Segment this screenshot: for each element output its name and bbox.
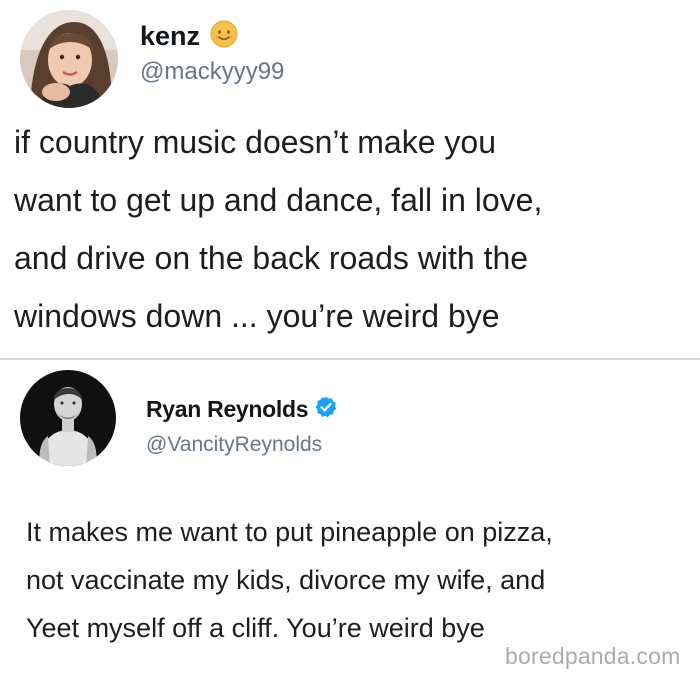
display-name[interactable]: kenz xyxy=(140,21,200,52)
tweet-text-line: windows down ... you’re weird bye xyxy=(14,298,500,334)
tweet-text-line: not vaccinate my kids, divorce my wife, … xyxy=(26,565,546,595)
tweet-text-line: Yeet myself off a cliff. You’re weird by… xyxy=(26,613,485,643)
avatar-kenz[interactable] xyxy=(20,10,118,108)
tweet-text-line: It makes me want to put pineapple on piz… xyxy=(26,517,553,547)
tweet-text-line: and drive on the back roads with the xyxy=(14,240,529,276)
tweet-card-ryan-reynolds: Ryan Reynolds @VancityReynolds It makes … xyxy=(0,360,700,674)
verified-badge-icon xyxy=(314,395,338,424)
display-name[interactable]: Ryan Reynolds xyxy=(146,396,309,423)
tweet-card-kenz: kenz @mackyyy99 if country music doesn’t… xyxy=(0,0,700,358)
handle[interactable]: @VancityReynolds xyxy=(146,433,322,457)
tweet-text-line: if country music doesn’t make you xyxy=(14,124,496,160)
author-row-ryan-reynolds: Ryan Reynolds xyxy=(146,395,338,424)
tweet-text: if country music doesn’t make you want t… xyxy=(14,113,542,345)
tweet-text-line: want to get up and dance, fall in love, xyxy=(14,182,543,218)
smiling-face-emoji-icon xyxy=(210,20,238,53)
avatar-ryan-reynolds[interactable] xyxy=(20,370,116,466)
handle[interactable]: @mackyyy99 xyxy=(140,58,284,86)
tweet-text: It makes me want to put pineapple on piz… xyxy=(26,508,553,652)
watermark: boredpanda.com xyxy=(505,643,681,669)
author-row-kenz: kenz xyxy=(140,20,238,53)
